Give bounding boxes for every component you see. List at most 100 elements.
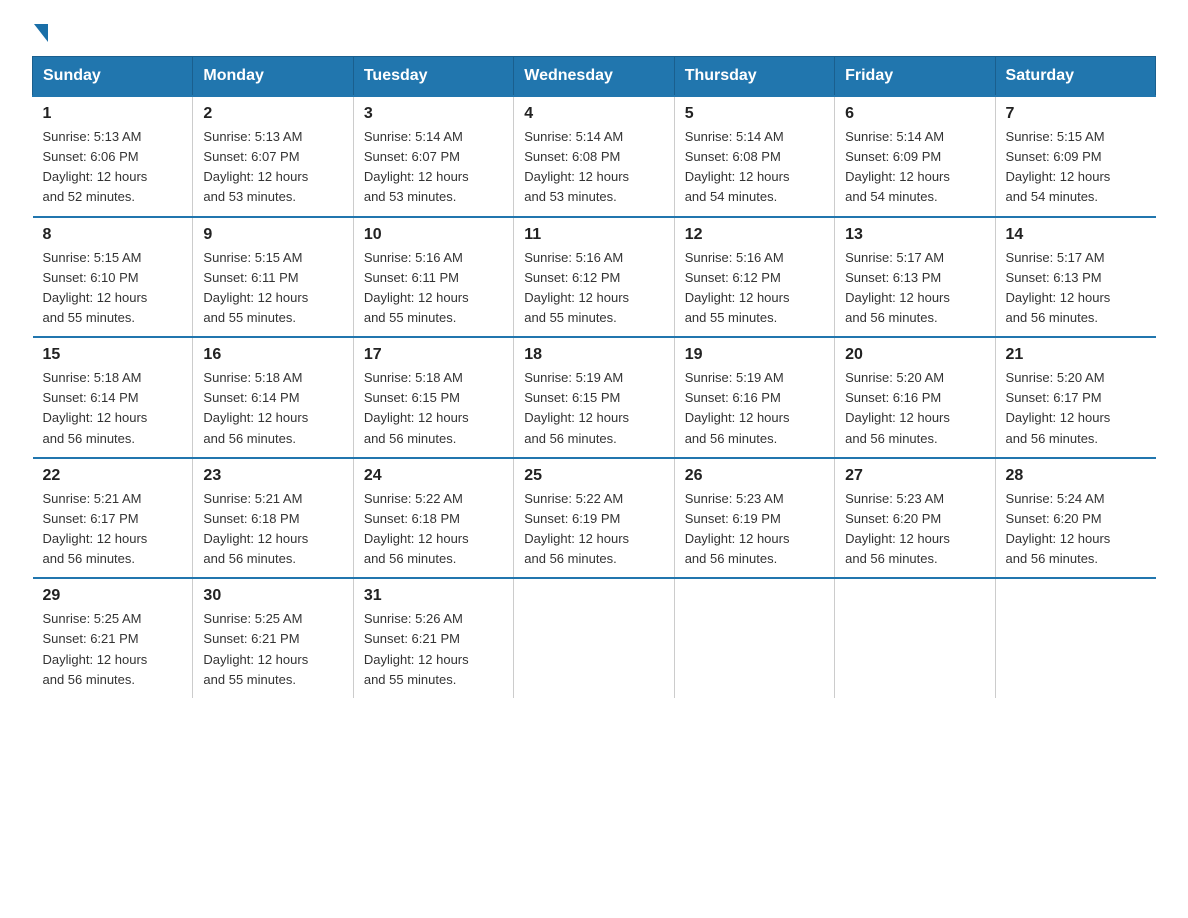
day-number: 20 (845, 346, 984, 364)
day-info: Sunrise: 5:14 AMSunset: 6:07 PMDaylight:… (364, 127, 503, 208)
calendar-cell: 15 Sunrise: 5:18 AMSunset: 6:14 PMDayligh… (33, 337, 193, 458)
day-number: 15 (43, 346, 183, 364)
calendar-cell (514, 578, 674, 698)
calendar-cell: 18 Sunrise: 5:19 AMSunset: 6:15 PMDayligh… (514, 337, 674, 458)
week-row-1: 1 Sunrise: 5:13 AMSunset: 6:06 PMDaylight… (33, 96, 1156, 217)
calendar-cell: 3 Sunrise: 5:14 AMSunset: 6:07 PMDaylight… (353, 96, 513, 217)
day-info: Sunrise: 5:16 AMSunset: 6:11 PMDaylight:… (364, 248, 503, 329)
calendar-cell: 20 Sunrise: 5:20 AMSunset: 6:16 PMDayligh… (835, 337, 995, 458)
calendar-cell: 22 Sunrise: 5:21 AMSunset: 6:17 PMDayligh… (33, 458, 193, 579)
day-number: 1 (43, 105, 183, 123)
header-saturday: Saturday (995, 57, 1155, 97)
calendar-cell (674, 578, 834, 698)
day-number: 18 (524, 346, 663, 364)
day-number: 3 (364, 105, 503, 123)
day-number: 21 (1006, 346, 1146, 364)
day-number: 12 (685, 226, 824, 244)
header-wednesday: Wednesday (514, 57, 674, 97)
calendar-cell: 5 Sunrise: 5:14 AMSunset: 6:08 PMDaylight… (674, 96, 834, 217)
day-info: Sunrise: 5:18 AMSunset: 6:14 PMDaylight:… (43, 368, 183, 449)
day-number: 8 (43, 226, 183, 244)
day-number: 5 (685, 105, 824, 123)
calendar-cell: 29 Sunrise: 5:25 AMSunset: 6:21 PMDayligh… (33, 578, 193, 698)
calendar-body: 1 Sunrise: 5:13 AMSunset: 6:06 PMDaylight… (33, 96, 1156, 698)
day-info: Sunrise: 5:20 AMSunset: 6:17 PMDaylight:… (1006, 368, 1146, 449)
header-monday: Monday (193, 57, 353, 97)
day-number: 13 (845, 226, 984, 244)
day-number: 28 (1006, 467, 1146, 485)
day-info: Sunrise: 5:21 AMSunset: 6:17 PMDaylight:… (43, 489, 183, 570)
day-number: 31 (364, 587, 503, 605)
calendar-cell: 13 Sunrise: 5:17 AMSunset: 6:13 PMDayligh… (835, 217, 995, 338)
day-info: Sunrise: 5:19 AMSunset: 6:15 PMDaylight:… (524, 368, 663, 449)
logo (32, 24, 48, 38)
day-info: Sunrise: 5:21 AMSunset: 6:18 PMDaylight:… (203, 489, 342, 570)
calendar-cell: 16 Sunrise: 5:18 AMSunset: 6:14 PMDayligh… (193, 337, 353, 458)
day-info: Sunrise: 5:25 AMSunset: 6:21 PMDaylight:… (203, 609, 342, 690)
day-number: 10 (364, 226, 503, 244)
day-info: Sunrise: 5:20 AMSunset: 6:16 PMDaylight:… (845, 368, 984, 449)
logo-arrow-icon (34, 24, 48, 42)
day-number: 25 (524, 467, 663, 485)
day-number: 30 (203, 587, 342, 605)
calendar-cell: 19Sunrise: 5:19 AMSunset: 6:16 PMDayligh… (674, 337, 834, 458)
day-info: Sunrise: 5:15 AMSunset: 6:10 PMDaylight:… (43, 248, 183, 329)
day-info: Sunrise: 5:18 AMSunset: 6:14 PMDaylight:… (203, 368, 342, 449)
calendar-cell: 8 Sunrise: 5:15 AMSunset: 6:10 PMDaylight… (33, 217, 193, 338)
day-info: Sunrise: 5:16 AMSunset: 6:12 PMDaylight:… (524, 248, 663, 329)
week-row-4: 22 Sunrise: 5:21 AMSunset: 6:17 PMDayligh… (33, 458, 1156, 579)
day-info: Sunrise: 5:17 AMSunset: 6:13 PMDaylight:… (845, 248, 984, 329)
calendar-cell: 11 Sunrise: 5:16 AMSunset: 6:12 PMDayligh… (514, 217, 674, 338)
day-number: 16 (203, 346, 342, 364)
calendar-header: SundayMondayTuesdayWednesdayThursdayFrid… (33, 57, 1156, 97)
day-number: 9 (203, 226, 342, 244)
day-info: Sunrise: 5:25 AMSunset: 6:21 PMDaylight:… (43, 609, 183, 690)
day-info: Sunrise: 5:16 AMSunset: 6:12 PMDaylight:… (685, 248, 824, 329)
calendar-cell: 27Sunrise: 5:23 AMSunset: 6:20 PMDayligh… (835, 458, 995, 579)
day-number: 19 (685, 346, 824, 364)
day-number: 7 (1006, 105, 1146, 123)
day-number: 11 (524, 226, 663, 244)
day-number: 22 (43, 467, 183, 485)
day-info: Sunrise: 5:14 AMSunset: 6:08 PMDaylight:… (685, 127, 824, 208)
calendar-cell: 1 Sunrise: 5:13 AMSunset: 6:06 PMDaylight… (33, 96, 193, 217)
day-number: 24 (364, 467, 503, 485)
day-number: 26 (685, 467, 824, 485)
calendar-cell (995, 578, 1155, 698)
day-number: 4 (524, 105, 663, 123)
calendar-cell: 25Sunrise: 5:22 AMSunset: 6:19 PMDayligh… (514, 458, 674, 579)
header-sunday: Sunday (33, 57, 193, 97)
calendar-cell: 7 Sunrise: 5:15 AMSunset: 6:09 PMDaylight… (995, 96, 1155, 217)
calendar-cell: 26Sunrise: 5:23 AMSunset: 6:19 PMDayligh… (674, 458, 834, 579)
day-info: Sunrise: 5:17 AMSunset: 6:13 PMDaylight:… (1006, 248, 1146, 329)
calendar-cell: 14Sunrise: 5:17 AMSunset: 6:13 PMDayligh… (995, 217, 1155, 338)
page-header (32, 24, 1156, 38)
week-row-3: 15 Sunrise: 5:18 AMSunset: 6:14 PMDayligh… (33, 337, 1156, 458)
day-number: 6 (845, 105, 984, 123)
day-info: Sunrise: 5:13 AMSunset: 6:07 PMDaylight:… (203, 127, 342, 208)
day-number: 2 (203, 105, 342, 123)
calendar-cell: 30 Sunrise: 5:25 AMSunset: 6:21 PMDayligh… (193, 578, 353, 698)
day-info: Sunrise: 5:14 AMSunset: 6:08 PMDaylight:… (524, 127, 663, 208)
calendar-cell: 4 Sunrise: 5:14 AMSunset: 6:08 PMDaylight… (514, 96, 674, 217)
week-row-5: 29 Sunrise: 5:25 AMSunset: 6:21 PMDayligh… (33, 578, 1156, 698)
calendar-cell: 21 Sunrise: 5:20 AMSunset: 6:17 PMDayligh… (995, 337, 1155, 458)
day-number: 27 (845, 467, 984, 485)
week-row-2: 8 Sunrise: 5:15 AMSunset: 6:10 PMDaylight… (33, 217, 1156, 338)
day-info: Sunrise: 5:15 AMSunset: 6:11 PMDaylight:… (203, 248, 342, 329)
calendar-cell: 9 Sunrise: 5:15 AMSunset: 6:11 PMDaylight… (193, 217, 353, 338)
calendar-cell: 6Sunrise: 5:14 AMSunset: 6:09 PMDaylight… (835, 96, 995, 217)
day-info: Sunrise: 5:18 AMSunset: 6:15 PMDaylight:… (364, 368, 503, 449)
day-info: Sunrise: 5:26 AMSunset: 6:21 PMDaylight:… (364, 609, 503, 690)
calendar-cell: 31 Sunrise: 5:26 AMSunset: 6:21 PMDayligh… (353, 578, 513, 698)
day-info: Sunrise: 5:15 AMSunset: 6:09 PMDaylight:… (1006, 127, 1146, 208)
calendar-cell (835, 578, 995, 698)
day-number: 29 (43, 587, 183, 605)
day-number: 23 (203, 467, 342, 485)
calendar-table: SundayMondayTuesdayWednesdayThursdayFrid… (32, 56, 1156, 698)
header-friday: Friday (835, 57, 995, 97)
day-info: Sunrise: 5:13 AMSunset: 6:06 PMDaylight:… (43, 127, 183, 208)
day-info: Sunrise: 5:22 AMSunset: 6:18 PMDaylight:… (364, 489, 503, 570)
calendar-cell: 2 Sunrise: 5:13 AMSunset: 6:07 PMDaylight… (193, 96, 353, 217)
calendar-cell: 28Sunrise: 5:24 AMSunset: 6:20 PMDayligh… (995, 458, 1155, 579)
